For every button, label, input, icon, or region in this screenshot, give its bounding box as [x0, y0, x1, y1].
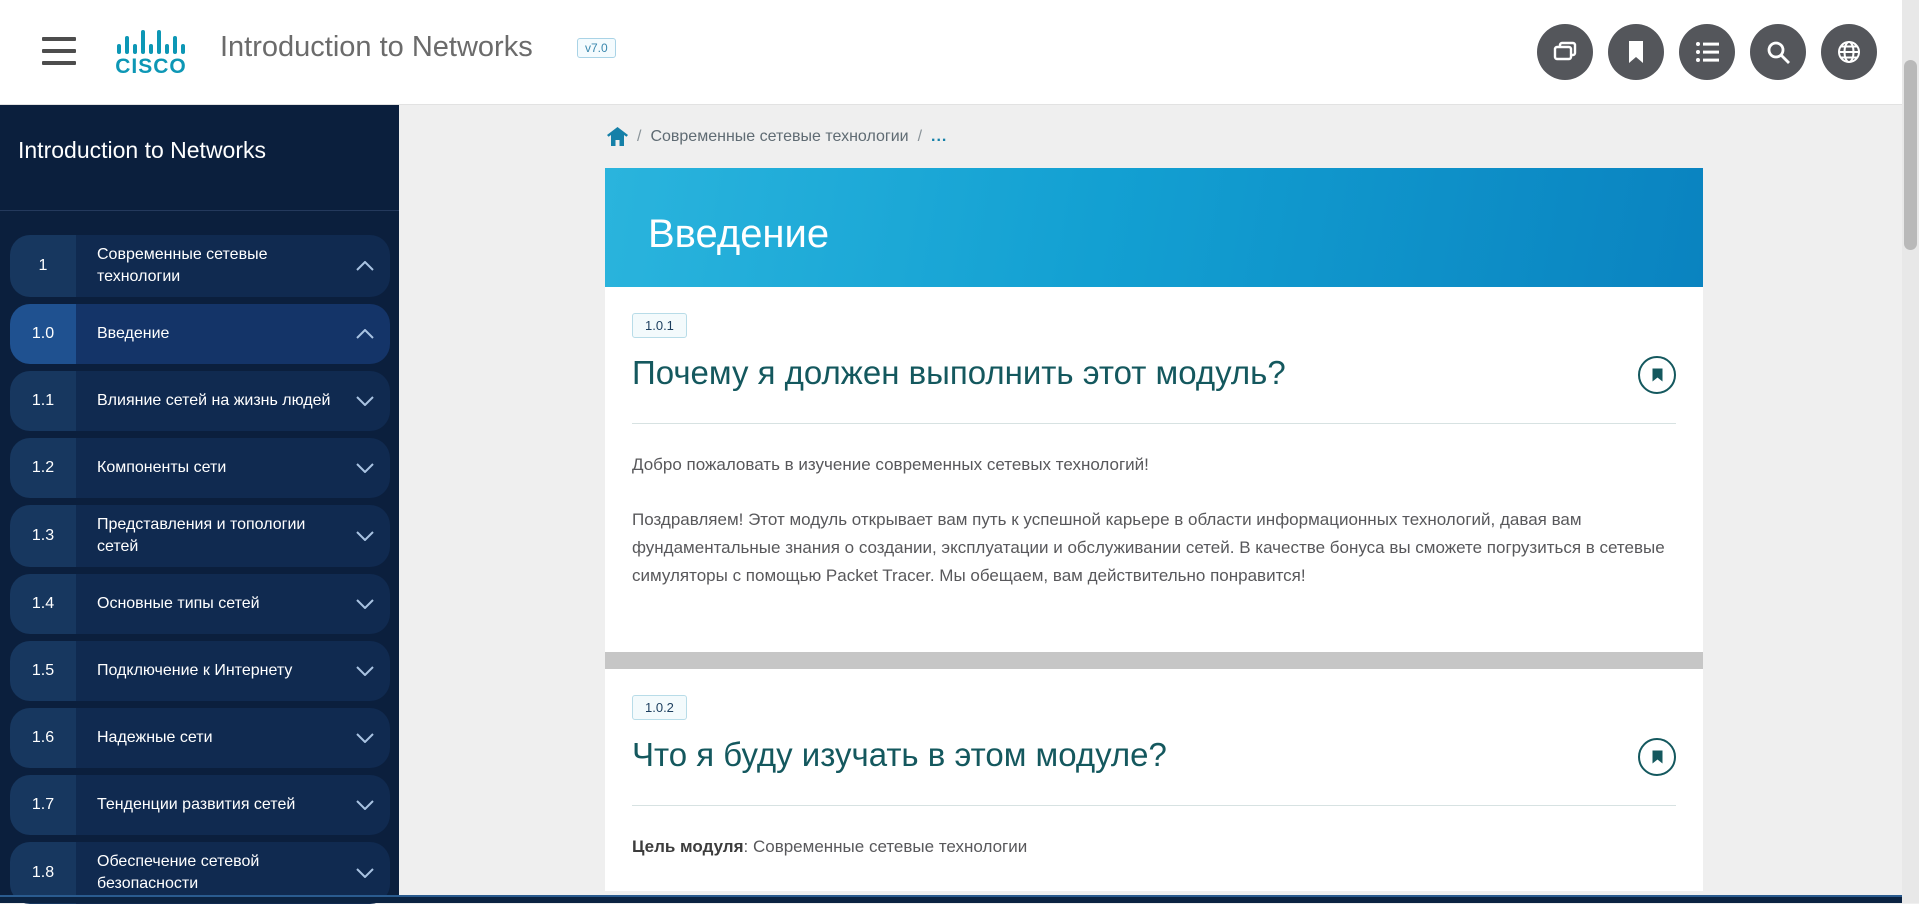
chevron-down-icon[interactable]: [354, 531, 376, 541]
bookmark-topic-button[interactable]: [1638, 356, 1676, 394]
banner-title: Введение: [648, 212, 829, 257]
bookmark-icon: [1625, 40, 1647, 64]
breadcrumb: / Современные сетевые технологии / ...: [605, 127, 1703, 146]
topic-number-badge: 1.0.2: [632, 695, 687, 720]
app-header: CISCO Introduction to Networks v7.0: [0, 0, 1919, 105]
breadcrumb-module-link[interactable]: Современные сетевые технологии: [650, 128, 908, 146]
chevron-down-icon[interactable]: [354, 599, 376, 609]
card-separator: [605, 652, 1703, 669]
topic-card-102: 1.0.2 Что я буду изучать в этом модуле? …: [605, 669, 1703, 891]
sidebar-item-label: Основные типы сетей: [97, 593, 354, 615]
bookmark-topic-button[interactable]: [1638, 738, 1676, 776]
sidebar-item-1-5[interactable]: 1.5 Подключение к Интернету: [10, 641, 390, 701]
module-goal-label: Цель модуля: [632, 837, 744, 856]
topic-heading: Почему я должен выполнить этот модуль?: [632, 352, 1618, 395]
sidebar-item-number: 1.7: [10, 775, 76, 835]
sidebar-item-label: Введение: [97, 323, 354, 345]
sidebar-item-number: 1.6: [10, 708, 76, 768]
sidebar-item-label: Компоненты сети: [97, 457, 354, 479]
chevron-down-icon[interactable]: [354, 733, 376, 743]
chevron-down-icon[interactable]: [354, 868, 376, 878]
page-scrollbar[interactable]: [1902, 0, 1919, 903]
sidebar-item-1[interactable]: 1 Современные сетевые технологии: [10, 235, 390, 297]
search-icon: [1765, 39, 1791, 65]
sidebar-item-number: 1: [10, 235, 76, 297]
index-list-button[interactable]: [1679, 24, 1735, 80]
language-button[interactable]: [1821, 24, 1877, 80]
cisco-logo: CISCO: [106, 30, 196, 79]
sidebar-item-1-3[interactable]: 1.3 Представления и топологии сетей: [10, 505, 390, 567]
home-icon[interactable]: [607, 127, 628, 146]
module-goal-text: Цель модуля: Современные сетевые техноло…: [632, 833, 1676, 861]
sidebar-item-1-1[interactable]: 1.1 Влияние сетей на жизнь людей: [10, 371, 390, 431]
sidebar-item-label: Надежные сети: [97, 727, 354, 749]
sidebar-item-label: Современные сетевые технологии: [97, 244, 354, 288]
topic-paragraph: Добро пожаловать в изучение современных …: [632, 451, 1676, 479]
cisco-logo-word: CISCO: [106, 55, 196, 79]
sidebar-item-1-4[interactable]: 1.4 Основные типы сетей: [10, 574, 390, 634]
cisco-logo-bars-icon: [106, 30, 196, 54]
sidebar-item-label: Подключение к Интернету: [97, 660, 354, 682]
sidebar-item-1-6[interactable]: 1.6 Надежные сети: [10, 708, 390, 768]
sidebar-item-number: 1.0: [10, 304, 76, 364]
chevron-down-icon[interactable]: [354, 463, 376, 473]
sidebar-item-number: 1.2: [10, 438, 76, 498]
pages-icon: [1552, 39, 1578, 65]
heading-divider: [632, 805, 1676, 806]
hamburger-menu-icon[interactable]: [42, 37, 76, 65]
sidebar-item-1-2[interactable]: 1.2 Компоненты сети: [10, 438, 390, 498]
content-area: / Современные сетевые технологии / ... В…: [399, 105, 1902, 895]
section-banner: Введение: [605, 168, 1703, 287]
module-nav-list: 1 Современные сетевые технологии 1.0 Вве…: [0, 211, 399, 904]
chevron-down-icon[interactable]: [354, 800, 376, 810]
sidebar-item-label: Обеспечение сетевой безопасности: [97, 851, 354, 895]
sidebar-item-1-0[interactable]: 1.0 Введение: [10, 304, 390, 364]
sidebar-item-number: 1.3: [10, 505, 76, 567]
pages-button[interactable]: [1537, 24, 1593, 80]
bookmark-icon: [1652, 368, 1663, 382]
course-sidebar: Introduction to Networks 1 Современные с…: [0, 105, 399, 895]
topic-card-101: 1.0.1 Почему я должен выполнить этот мод…: [605, 287, 1703, 652]
sidebar-item-number: 1.1: [10, 371, 76, 431]
sidebar-item-number: 1.4: [10, 574, 76, 634]
topic-paragraph: Поздравляем! Этот модуль открывает вам п…: [632, 506, 1676, 590]
globe-icon: [1836, 39, 1862, 65]
topic-heading: Что я буду изучать в этом модуле?: [632, 734, 1618, 777]
heading-divider: [632, 423, 1676, 424]
scrollbar-thumb[interactable]: [1904, 60, 1917, 250]
sidebar-item-label: Представления и топологии сетей: [97, 514, 354, 558]
chevron-up-icon[interactable]: [354, 329, 376, 339]
sidebar-item-label: Тенденции развития сетей: [97, 794, 354, 816]
topic-number-badge: 1.0.1: [632, 313, 687, 338]
bottom-bar: [0, 895, 1919, 903]
list-icon: [1694, 40, 1720, 64]
chevron-up-icon[interactable]: [354, 261, 376, 271]
search-button[interactable]: [1750, 24, 1806, 80]
sidebar-item-label: Влияние сетей на жизнь людей: [97, 390, 354, 412]
breadcrumb-ellipsis[interactable]: ...: [931, 128, 947, 146]
breadcrumb-separator: /: [918, 128, 922, 146]
sidebar-course-title: Introduction to Networks: [0, 105, 399, 211]
bookmark-icon: [1652, 750, 1663, 764]
header-toolbar: [1537, 24, 1877, 80]
sidebar-item-number: 1.5: [10, 641, 76, 701]
breadcrumb-separator: /: [637, 128, 641, 146]
chevron-down-icon[interactable]: [354, 666, 376, 676]
chevron-down-icon[interactable]: [354, 396, 376, 406]
bookmarks-button[interactable]: [1608, 24, 1664, 80]
version-badge: v7.0: [577, 38, 616, 58]
sidebar-item-1-7[interactable]: 1.7 Тенденции развития сетей: [10, 775, 390, 835]
course-title: Introduction to Networks: [220, 31, 533, 64]
